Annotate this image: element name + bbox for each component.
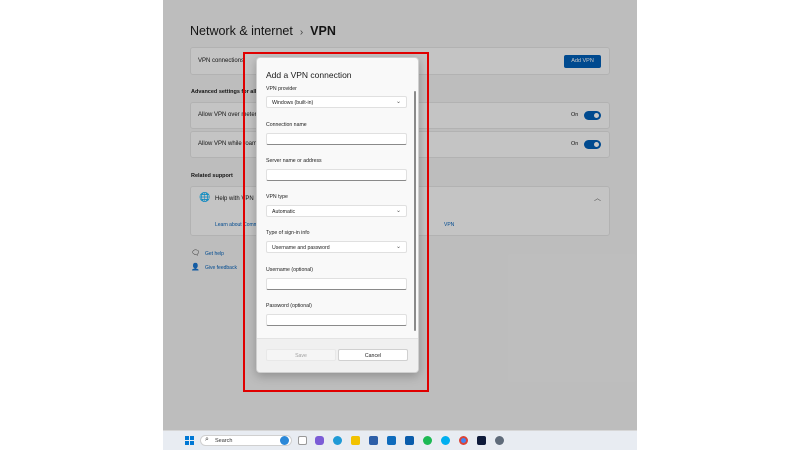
settings-icon[interactable]	[495, 436, 504, 445]
search-icon: ⌕	[205, 436, 209, 443]
highlight-box	[243, 52, 429, 392]
windows-start-icon[interactable]	[185, 436, 194, 445]
spotify-icon[interactable]	[423, 436, 432, 445]
edge-icon[interactable]	[333, 436, 342, 445]
chrome-center-icon	[461, 438, 466, 443]
photoshop-icon[interactable]	[477, 436, 486, 445]
widgets-icon[interactable]	[280, 436, 289, 445]
mail-icon[interactable]	[387, 436, 396, 445]
store-icon[interactable]	[369, 436, 378, 445]
outlook-icon[interactable]	[405, 436, 414, 445]
taskbar: ⌕ Search	[163, 430, 637, 450]
search-placeholder: Search	[215, 438, 233, 444]
chat-icon[interactable]	[315, 436, 324, 445]
task-view-icon[interactable]	[298, 436, 307, 445]
search-box[interactable]: ⌕ Search	[200, 435, 292, 446]
skype-icon[interactable]	[441, 436, 450, 445]
file-explorer-icon[interactable]	[351, 436, 360, 445]
